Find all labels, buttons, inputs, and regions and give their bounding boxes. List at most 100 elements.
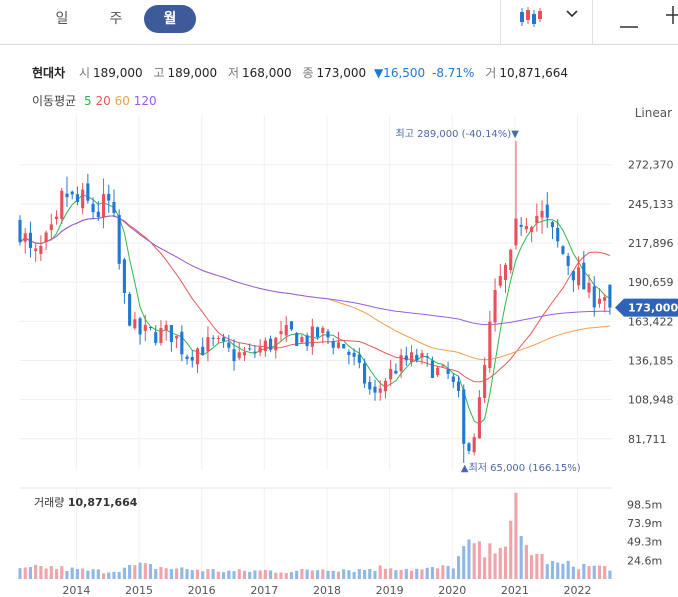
volume-bar <box>70 567 74 579</box>
volume-bar <box>535 553 539 579</box>
candle-body <box>608 284 612 308</box>
volume-bar <box>347 570 351 579</box>
y-tick-label: 136,185 <box>628 354 674 367</box>
volume-bar <box>227 570 231 579</box>
candle-body <box>425 356 429 358</box>
volume-bar <box>592 565 596 579</box>
x-tick-label: 2016 <box>188 584 216 597</box>
candle-body <box>389 368 393 380</box>
volume-bar <box>91 569 95 579</box>
volume-bar <box>122 567 126 579</box>
high-annotation: 최고 289,000 (-40.14%)▼ <box>396 128 520 140</box>
candle-body <box>242 352 247 356</box>
candle-body <box>503 264 508 280</box>
volume-bar <box>587 566 591 579</box>
volume-bar <box>154 569 158 579</box>
candle-body <box>300 336 304 343</box>
volume-bar <box>483 557 487 579</box>
candle-body <box>206 337 210 352</box>
y-tick-label: 217,896 <box>628 237 674 250</box>
candle-body <box>211 337 215 339</box>
candle-body <box>28 232 32 248</box>
candle-body <box>456 381 461 391</box>
candle-body <box>415 354 419 361</box>
volume-bar <box>451 568 455 579</box>
candle-body <box>592 286 596 308</box>
price-annotations: 최고 289,000 (-40.14%)▼ ▲최저 65,000 (166.15%… <box>396 128 678 474</box>
x-tick-label: 2015 <box>125 584 153 597</box>
candle-body <box>571 271 575 281</box>
volume-bar <box>305 569 309 579</box>
volume-bar <box>441 565 445 579</box>
volume-bar <box>211 569 215 579</box>
volume-bar <box>540 553 544 579</box>
candle-body <box>556 228 560 242</box>
volume-bar <box>248 571 252 579</box>
volume-bar <box>195 569 200 579</box>
candle-body <box>436 367 440 376</box>
candle-body <box>148 326 153 328</box>
candle-body <box>128 293 132 326</box>
y-tick-label: 272,370 <box>628 159 674 172</box>
candle-body <box>274 337 278 351</box>
candle-body <box>269 338 273 350</box>
candle-body <box>101 194 106 218</box>
volume-bar <box>206 569 210 579</box>
candle-body <box>39 245 43 255</box>
volume-bar <box>462 546 466 579</box>
candle-body <box>138 318 142 335</box>
candle-body <box>159 328 163 343</box>
candle-body <box>289 321 294 330</box>
candle-body <box>86 183 90 201</box>
candle-body <box>524 225 528 230</box>
volume-bar <box>175 568 179 579</box>
volume-bar <box>300 568 304 579</box>
time-x-axis: 2014 2015 2016 2017 2018 2019 2020 2021 2022 <box>62 584 591 597</box>
candle-body <box>582 262 586 290</box>
volume-bar <box>96 569 100 579</box>
volume-bar <box>415 568 419 579</box>
candle-body <box>362 363 367 384</box>
volume-bar <box>117 571 121 579</box>
candle-body <box>34 248 38 252</box>
volume-bar <box>383 568 387 579</box>
candle-body <box>154 332 158 343</box>
candle-body <box>195 348 200 365</box>
volume-bar <box>237 569 241 579</box>
volume-bar <box>60 566 64 579</box>
volume-bar <box>519 536 523 579</box>
volume-bar <box>253 570 257 579</box>
candle-body <box>321 327 325 334</box>
volume-bar <box>336 571 341 579</box>
y-tick-label: 81,711 <box>628 433 667 446</box>
volume-bar <box>577 569 581 579</box>
candle-body <box>91 203 95 213</box>
volume-bar <box>23 567 27 579</box>
volume-bar <box>378 565 382 579</box>
candle-body <box>232 349 236 362</box>
volume-bar <box>279 572 283 579</box>
candle-body <box>577 267 581 286</box>
price-chart[interactable]: 272,370 245,133 217,896 190,659 163,422 136,1… <box>0 0 678 597</box>
volume-bar <box>582 563 586 579</box>
volume-bar <box>389 568 393 579</box>
candle-body <box>373 386 377 393</box>
volume-bar <box>295 570 299 579</box>
volume-bar <box>143 563 147 579</box>
candle-body <box>399 355 403 372</box>
candle-body <box>477 397 481 439</box>
volume-bar <box>274 572 278 579</box>
volume-bar <box>404 568 408 579</box>
volume-panel: 거래량 10,871,664 98.5m 73.9m 49.3m 24.6m <box>18 487 662 579</box>
volume-bar <box>597 565 602 579</box>
volume-bar <box>86 570 90 579</box>
candle-body <box>519 224 523 227</box>
candle-body <box>498 276 502 286</box>
candle-body <box>44 232 48 243</box>
candle-body <box>446 369 450 374</box>
candle-body <box>263 340 267 352</box>
volume-bar <box>44 568 48 579</box>
volume-bar <box>289 572 294 579</box>
volume-bar <box>326 570 330 579</box>
volume-bar <box>477 541 481 579</box>
